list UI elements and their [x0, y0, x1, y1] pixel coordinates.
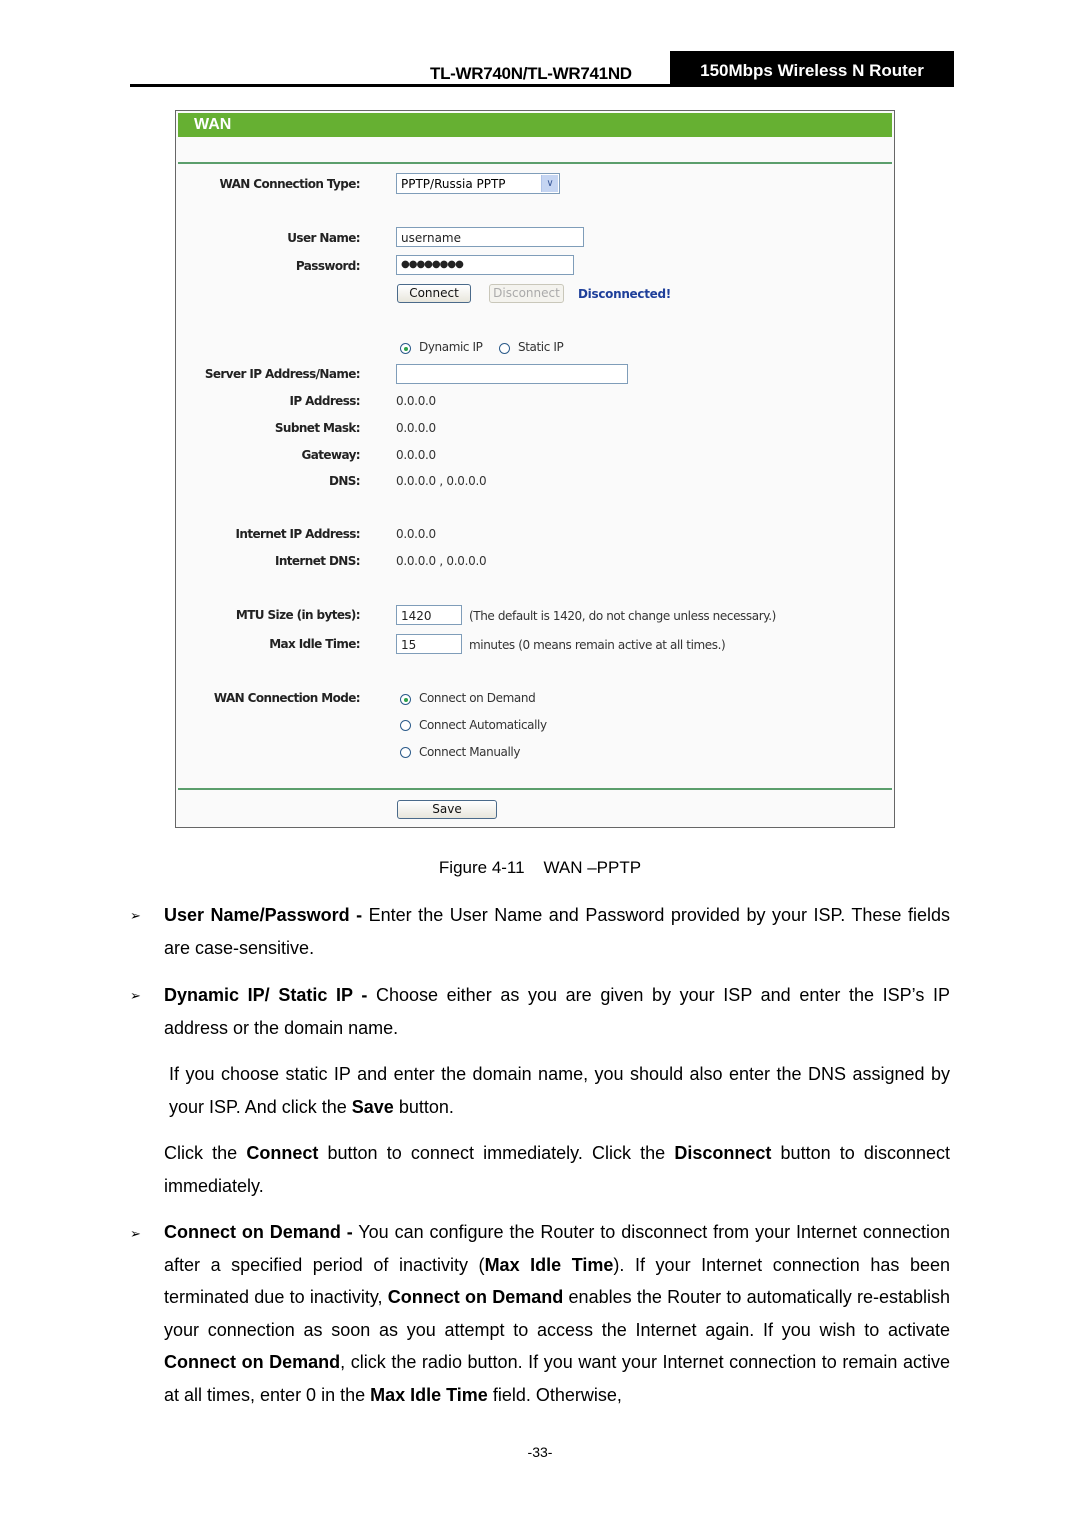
gateway-value: 0.0.0.0	[396, 448, 436, 462]
static-ip-label: Static IP	[518, 340, 564, 354]
dynamic-ip-label: Dynamic IP	[419, 340, 483, 354]
bullet-icon: ➢	[130, 1226, 141, 1241]
paragraph-connect-on-demand: Connect on Demand - You can configure th…	[164, 1216, 950, 1411]
page-number: -33-	[527, 1444, 553, 1460]
connect-automatically-label: Connect Automatically	[419, 718, 547, 732]
paragraph-connect-disconnect: Click the Connect button to connect imme…	[164, 1137, 950, 1202]
ip-address-label: IP Address:	[289, 394, 361, 408]
password-label: Password:	[295, 259, 361, 273]
connect-button[interactable]: Connect	[397, 284, 471, 303]
p5-bold2: Max Idle Time	[484, 1254, 614, 1275]
disconnect-button[interactable]: Disconnect	[489, 284, 564, 303]
p3-text1: If you choose static IP and enter the do…	[169, 1064, 950, 1117]
p4-bold2: Disconnect	[674, 1143, 772, 1163]
p5-bold3: Connect on Demand	[387, 1287, 564, 1307]
save-button[interactable]: Save	[397, 800, 497, 819]
mtu-label: MTU Size (in bytes):	[235, 608, 361, 622]
connect-on-demand-radio[interactable]	[400, 694, 411, 705]
wan-settings-panel: WAN WAN Connection Type: PPTP/Russia PPT…	[175, 110, 895, 828]
max-idle-input[interactable]: 15	[396, 634, 462, 654]
divider-top	[178, 162, 892, 164]
header-rule	[130, 84, 954, 87]
p5-bold1: Connect on Demand -	[164, 1222, 353, 1242]
ip-address-value: 0.0.0.0	[396, 394, 436, 408]
dns-value: 0.0.0.0 , 0.0.0.0	[396, 474, 487, 488]
max-idle-hint: minutes (0 means remain active at all ti…	[469, 638, 726, 652]
gateway-label: Gateway:	[301, 448, 361, 462]
p4-text1: Click the	[164, 1143, 247, 1163]
server-label: Server IP Address/Name:	[204, 367, 361, 381]
term-dynamic-static-ip: Dynamic IP/ Static IP -	[164, 985, 368, 1005]
document-model-header: TL-WR740N/TL-WR741ND	[430, 64, 632, 83]
connect-automatically-radio[interactable]	[400, 720, 411, 731]
document-product-header: 150Mbps Wireless N Router	[670, 51, 954, 87]
paragraph-username-password: User Name/Password - Enter the User Name…	[164, 899, 950, 964]
username-label: User Name:	[287, 231, 360, 245]
p5-bold5: Max Idle Time	[370, 1384, 488, 1405]
paragraph-static-ip-note: If you choose static IP and enter the do…	[169, 1058, 950, 1123]
wan-type-label: WAN Connection Type:	[219, 177, 360, 191]
chevron-down-icon[interactable]: ∨	[541, 175, 558, 192]
subnet-mask-label: Subnet Mask:	[274, 421, 361, 435]
divider-bottom	[178, 788, 892, 790]
max-idle-label: Max Idle Time:	[269, 637, 360, 651]
connect-manually-radio[interactable]	[400, 747, 411, 758]
wan-mode-label: WAN Connection Mode:	[213, 691, 361, 705]
password-input[interactable]: ●●●●●●●●	[396, 255, 574, 275]
p5-bold4: Connect on Demand	[164, 1352, 341, 1372]
internet-ip-value: 0.0.0.0	[396, 527, 436, 541]
mtu-input[interactable]: 1420	[396, 605, 462, 625]
p5-text5: field. Otherwise,	[487, 1384, 622, 1405]
figure-caption: Figure 4-11 WAN –PPTP	[438, 858, 642, 877]
wan-type-value: PPTP/Russia PPTP	[401, 177, 506, 191]
connect-manually-label: Connect Manually	[419, 745, 521, 759]
username-input[interactable]: username	[396, 227, 584, 247]
mtu-hint: (The default is 1420, do not change unle…	[469, 609, 776, 623]
dns-label: DNS:	[328, 474, 361, 488]
internet-ip-label: Internet IP Address:	[235, 527, 361, 541]
connect-on-demand-label: Connect on Demand	[419, 691, 536, 705]
connection-status: Disconnected!	[578, 287, 671, 301]
p4-bold1: Connect	[246, 1143, 319, 1163]
bullet-icon: ➢	[130, 988, 141, 1003]
subnet-mask-value: 0.0.0.0	[396, 421, 436, 435]
paragraph-dynamic-static-ip: Dynamic IP/ Static IP - Choose either as…	[164, 979, 950, 1044]
p3-text2: button.	[393, 1096, 454, 1117]
bullet-icon: ➢	[130, 908, 141, 923]
wan-type-select[interactable]: PPTP/Russia PPTP ∨	[396, 173, 560, 194]
p4-text2: button to connect immediately. Click the	[318, 1143, 675, 1163]
p3-bold: Save	[351, 1096, 394, 1117]
panel-title: WAN	[178, 113, 892, 137]
term-username-password: User Name/Password -	[164, 905, 363, 925]
dynamic-ip-radio[interactable]	[400, 343, 411, 354]
internet-dns-value: 0.0.0.0 , 0.0.0.0	[396, 554, 487, 568]
internet-dns-label: Internet DNS:	[274, 554, 361, 568]
server-input[interactable]	[396, 364, 628, 384]
static-ip-radio[interactable]	[499, 343, 510, 354]
